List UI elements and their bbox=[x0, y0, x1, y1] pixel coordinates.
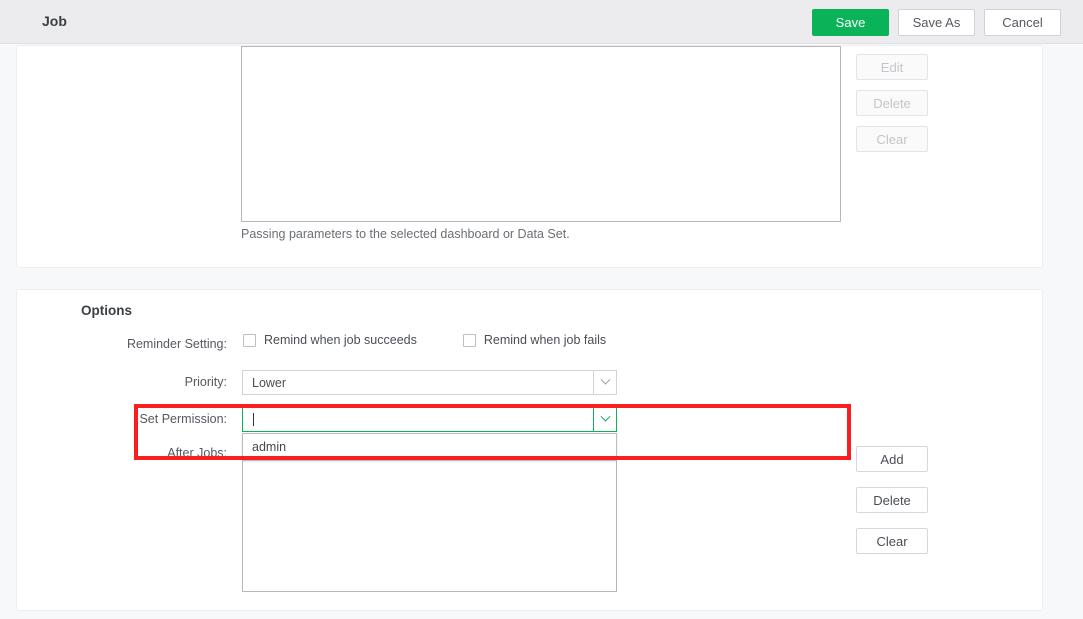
after-jobs-label: After Jobs: bbox=[167, 446, 227, 460]
remind-on-failure-label: Remind when job fails bbox=[483, 333, 607, 347]
set-permission-input[interactable] bbox=[242, 407, 593, 432]
parameters-box[interactable] bbox=[241, 46, 841, 222]
chevron-down-icon[interactable] bbox=[593, 407, 617, 432]
set-permission-combobox[interactable] bbox=[242, 407, 617, 432]
priority-label: Priority: bbox=[184, 375, 227, 389]
set-permission-label: Set Permission: bbox=[139, 412, 227, 426]
save-as-button[interactable]: Save As bbox=[898, 9, 975, 36]
priority-select[interactable]: Lower bbox=[242, 370, 617, 395]
header-actions: Save Save As Cancel bbox=[812, 9, 1061, 36]
parameters-delete-button[interactable]: Delete bbox=[856, 90, 928, 116]
options-panel: Options Reminder Setting: Remind when jo… bbox=[16, 289, 1043, 611]
options-section-title: Options bbox=[81, 303, 132, 318]
parameters-button-column: Edit Delete Clear bbox=[856, 54, 928, 152]
parameters-panel: Passing parameters to the selected dashb… bbox=[16, 45, 1043, 268]
remind-on-success-label: Remind when job succeeds bbox=[264, 333, 417, 347]
set-permission-dropdown[interactable]: admin bbox=[242, 433, 617, 461]
after-jobs-add-button[interactable]: Add bbox=[856, 446, 928, 472]
parameters-clear-button[interactable]: Clear bbox=[856, 126, 928, 152]
parameters-edit-button[interactable]: Edit bbox=[856, 54, 928, 80]
after-jobs-clear-button[interactable]: Clear bbox=[856, 528, 928, 554]
window-header: Job Save Save As Cancel bbox=[0, 0, 1083, 44]
chevron-down-icon[interactable] bbox=[593, 370, 617, 395]
dropdown-option-admin[interactable]: admin bbox=[243, 434, 616, 460]
after-jobs-delete-button[interactable]: Delete bbox=[856, 487, 928, 513]
cancel-button[interactable]: Cancel bbox=[984, 9, 1061, 36]
reminder-checkbox-row: Remind when job succeeds Remind when job… bbox=[243, 333, 606, 347]
checkbox-icon bbox=[243, 333, 256, 347]
priority-select-value[interactable]: Lower bbox=[242, 370, 593, 395]
after-jobs-button-column: Add Delete Clear bbox=[856, 446, 928, 554]
remind-on-success-checkbox[interactable]: Remind when job succeeds bbox=[243, 333, 417, 347]
remind-on-failure-checkbox[interactable]: Remind when job fails bbox=[462, 333, 607, 347]
parameters-hint: Passing parameters to the selected dashb… bbox=[241, 227, 570, 241]
reminder-setting-label: Reminder Setting: bbox=[126, 337, 227, 351]
page-title: Job bbox=[42, 13, 67, 29]
text-cursor bbox=[253, 413, 254, 426]
save-button[interactable]: Save bbox=[812, 9, 889, 36]
checkbox-icon bbox=[462, 333, 476, 347]
